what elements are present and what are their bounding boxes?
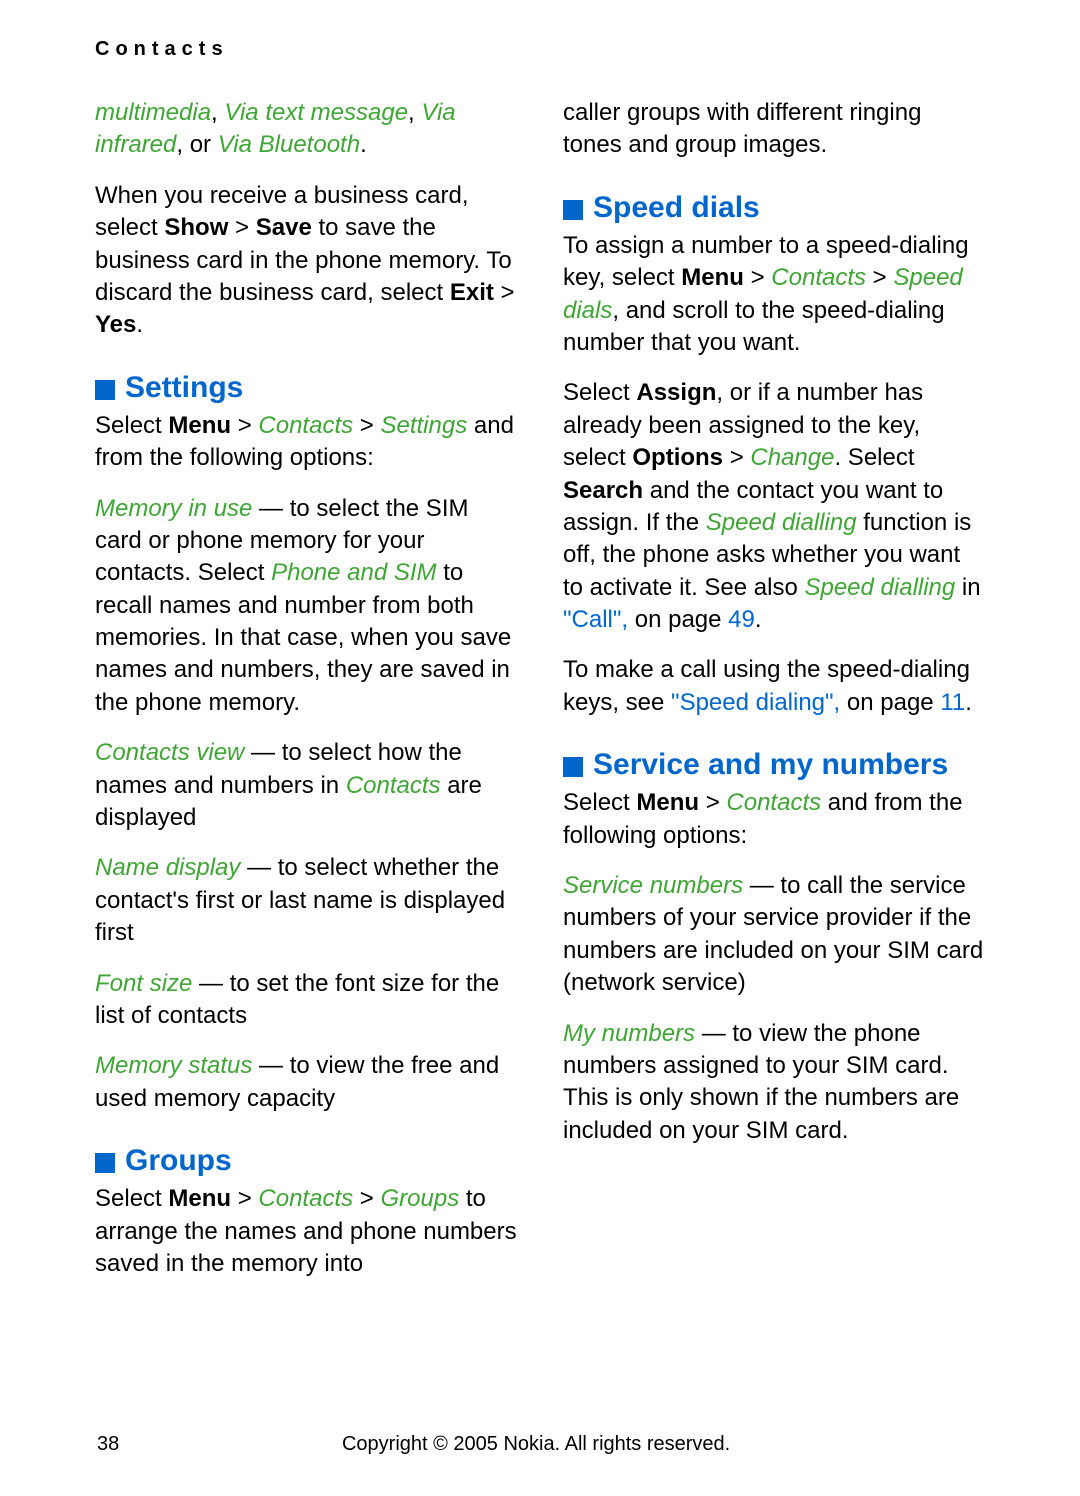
heading-service-and-my-numbers: Service and my numbers [563, 747, 985, 783]
text: . Select [834, 444, 914, 471]
ui-path-text: Contacts [771, 264, 866, 291]
page-reference-link[interactable]: 49 [728, 606, 755, 633]
ui-path-text: Settings [380, 412, 467, 439]
ui-action-text: Show [164, 214, 228, 241]
heading-speed-dials: Speed dials [563, 190, 985, 226]
paragraph: My numbers — to view the phone numbers a… [563, 1018, 985, 1148]
ui-path-text: multimedia [95, 99, 211, 126]
content-columns: multimedia, Via text message, Via infrar… [95, 97, 985, 1403]
right-column: caller groups with different ringing ton… [563, 97, 985, 1403]
text: , or [176, 131, 217, 158]
text: . [360, 131, 367, 158]
option-name: Memory in use [95, 495, 252, 522]
paragraph: To assign a number to a speed-dialing ke… [563, 230, 985, 360]
heading-text: Settings [125, 370, 243, 406]
paragraph: Service numbers — to call the service nu… [563, 870, 985, 1000]
ui-action-text: Assign [636, 379, 716, 406]
option-name: Service numbers [563, 872, 743, 899]
ui-path-text: Contacts [258, 412, 353, 439]
ui-action-text: Menu [681, 264, 744, 291]
text: Select [95, 1185, 168, 1212]
text: on page [628, 606, 728, 633]
text: in [955, 574, 980, 601]
paragraph: When you receive a business card, select… [95, 180, 517, 342]
ui-path-text: Contacts [346, 772, 441, 799]
text: > [228, 214, 255, 241]
paragraph: Select Menu > Contacts > Groups to arran… [95, 1183, 517, 1280]
paragraph: caller groups with different ringing ton… [563, 97, 985, 162]
running-header: Contacts [95, 38, 985, 61]
square-bullet-icon [563, 200, 583, 220]
option-name: My numbers [563, 1020, 695, 1047]
page-footer: 38 Copyright © 2005 Nokia. All rights re… [95, 1433, 985, 1456]
ui-path-text: Contacts [258, 1185, 353, 1212]
ui-action-text: Exit [450, 279, 494, 306]
text: on page [840, 689, 940, 716]
text: , [211, 99, 224, 126]
heading-settings: Settings [95, 370, 517, 406]
text: > [494, 279, 515, 306]
ui-action-text: Menu [636, 789, 699, 816]
paragraph: multimedia, Via text message, Via infrar… [95, 97, 517, 162]
paragraph: Font size — to set the font size for the… [95, 968, 517, 1033]
text: Select [95, 412, 168, 439]
text: Select [563, 789, 636, 816]
cross-reference-link[interactable]: "Call", [563, 606, 628, 633]
ui-path-text: Speed dialling [706, 509, 857, 536]
text: > [353, 412, 380, 439]
text: > [699, 789, 726, 816]
left-column: multimedia, Via text message, Via infrar… [95, 97, 517, 1403]
heading-groups: Groups [95, 1143, 517, 1179]
text: > [353, 1185, 380, 1212]
option-name: Contacts view [95, 739, 244, 766]
ui-path-text: Via Bluetooth [218, 131, 360, 158]
ui-action-text: Menu [168, 412, 231, 439]
ui-path-text: Contacts [726, 789, 821, 816]
option-name: Memory status [95, 1052, 252, 1079]
paragraph: Select Assign, or if a number has alread… [563, 377, 985, 636]
paragraph: To make a call using the speed-dialing k… [563, 654, 985, 719]
ui-path-text: Phone and SIM [271, 559, 436, 586]
square-bullet-icon [563, 757, 583, 777]
paragraph: Memory in use — to select the SIM card o… [95, 493, 517, 720]
heading-text: Groups [125, 1143, 232, 1179]
cross-reference-link[interactable]: "Speed dialing", [671, 689, 840, 716]
text: > [231, 412, 258, 439]
text: Select [563, 379, 636, 406]
text: . [965, 689, 972, 716]
ui-action-text: Yes [95, 311, 136, 338]
heading-text: Speed dials [593, 190, 760, 226]
paragraph: Name display — to select whether the con… [95, 852, 517, 949]
ui-action-text: Menu [168, 1185, 231, 1212]
ui-path-text: Speed dialling [804, 574, 955, 601]
text: . [136, 311, 143, 338]
paragraph: Select Menu > Contacts and from the foll… [563, 787, 985, 852]
ui-path-text: Change [750, 444, 834, 471]
paragraph: Memory status — to view the free and use… [95, 1050, 517, 1115]
page-number: 38 [97, 1433, 119, 1456]
page-container: Contacts multimedia, Via text message, V… [0, 0, 1080, 1496]
text: , [408, 99, 421, 126]
ui-action-text: Options [632, 444, 723, 471]
ui-action-text: Search [563, 477, 643, 504]
ui-path-text: Via text message [224, 99, 408, 126]
heading-text: Service and my numbers [593, 747, 948, 783]
option-name: Font size [95, 970, 192, 997]
text: > [744, 264, 771, 291]
text: > [866, 264, 893, 291]
square-bullet-icon [95, 380, 115, 400]
text: . [755, 606, 762, 633]
paragraph: Contacts view — to select how the names … [95, 737, 517, 834]
ui-action-text: Save [256, 214, 312, 241]
text: , and scroll to the speed-dialing number… [563, 297, 945, 356]
ui-path-text: Groups [380, 1185, 459, 1212]
paragraph: Select Menu > Contacts > Settings and fr… [95, 410, 517, 475]
page-reference-link[interactable]: 11 [940, 689, 965, 716]
text: > [723, 444, 750, 471]
square-bullet-icon [95, 1153, 115, 1173]
copyright-text: Copyright © 2005 Nokia. All rights reser… [119, 1433, 953, 1456]
option-name: Name display [95, 854, 240, 881]
text: > [231, 1185, 258, 1212]
